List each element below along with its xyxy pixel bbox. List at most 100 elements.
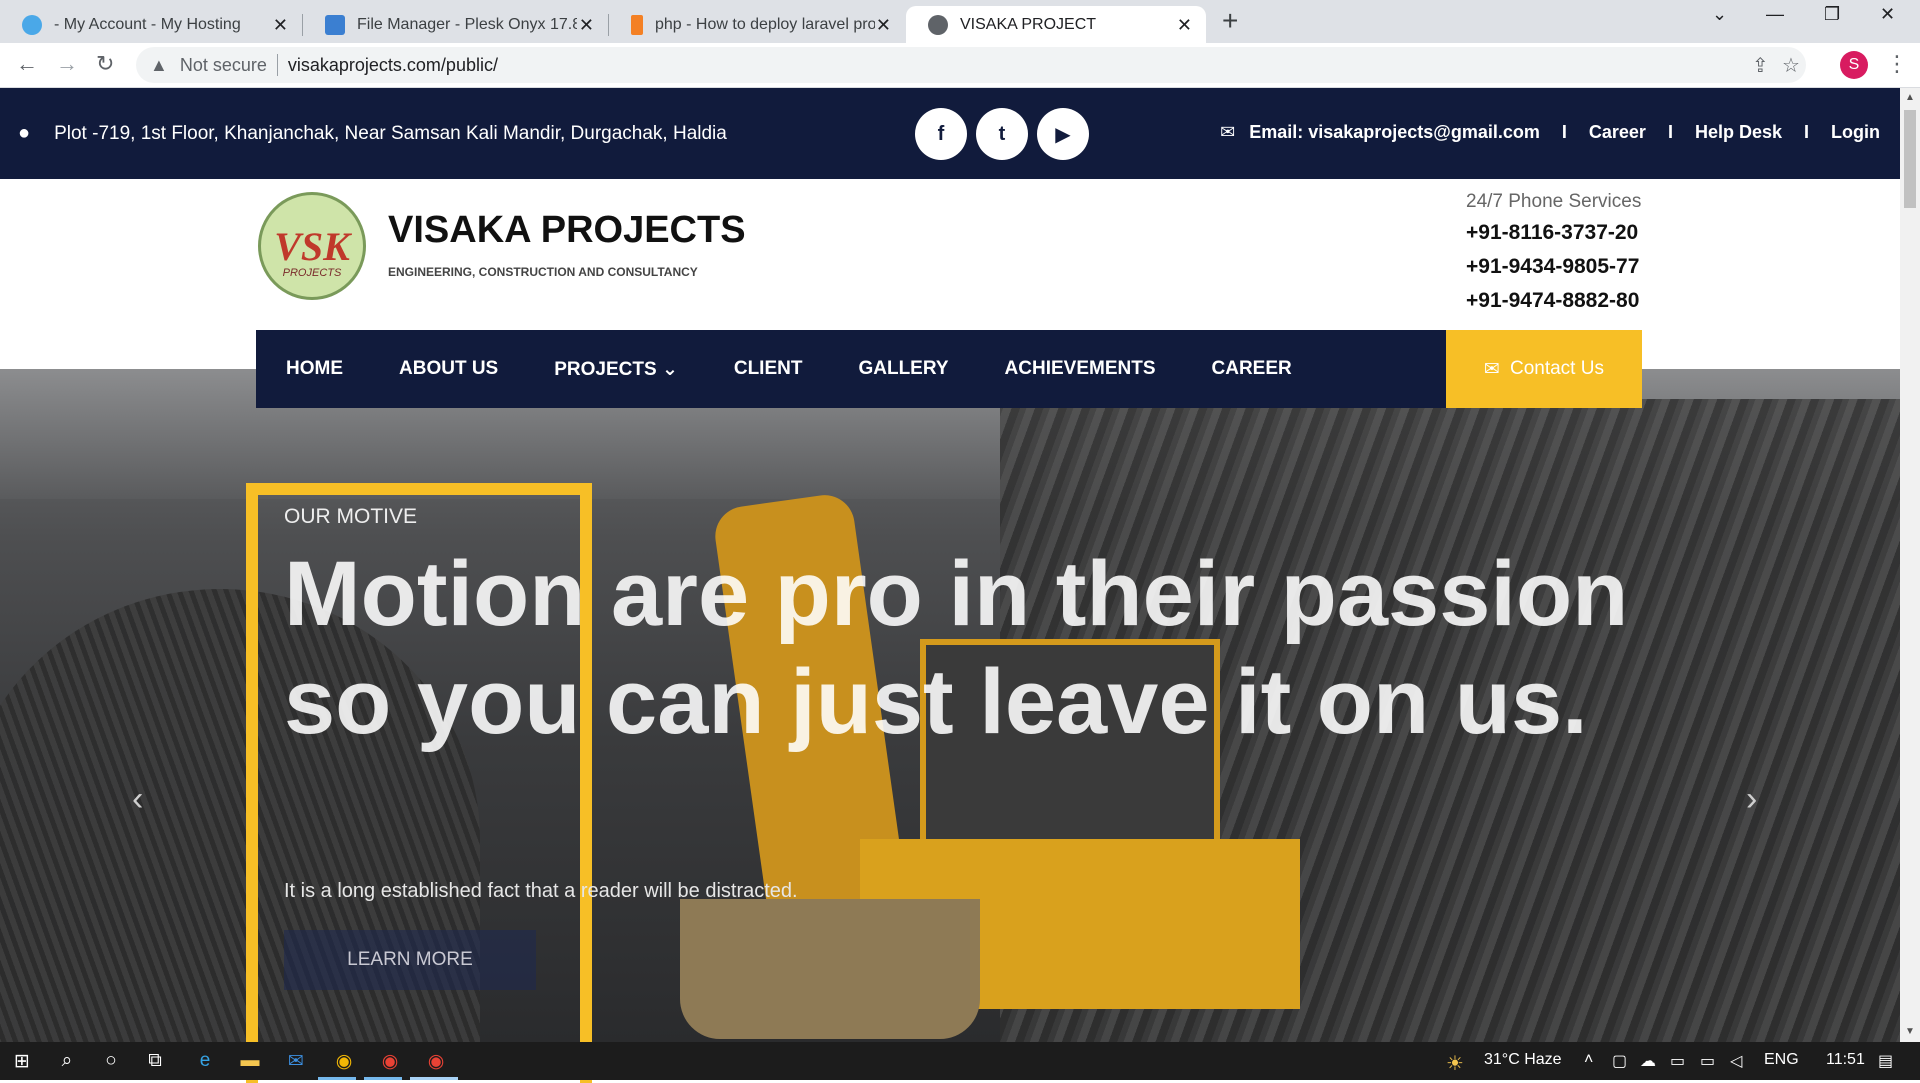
globe-icon	[928, 14, 948, 35]
tab-title: VISAKA PROJECT	[960, 15, 1097, 33]
career-link[interactable]: Career	[1589, 122, 1646, 143]
browser-tab-3[interactable]: php - How to deploy laravel proj ✕	[609, 6, 905, 43]
reload-icon[interactable]: ↻	[96, 51, 114, 77]
browser-tab-2[interactable]: File Manager - Plesk Onyx 17.8.1 ✕	[303, 6, 608, 43]
volume-icon[interactable]: ◁	[1730, 1051, 1742, 1071]
phone-number[interactable]: +91-9474-8882-80	[1466, 289, 1641, 313]
nav-projects-label: PROJECTS	[554, 358, 657, 380]
divider	[276, 54, 278, 76]
login-link[interactable]: Login	[1831, 122, 1880, 143]
new-tab-button[interactable]: +	[1222, 5, 1238, 37]
email-link[interactable]: Email: visakaprojects@gmail.com	[1249, 122, 1540, 143]
restore-icon[interactable]: ❐	[1824, 4, 1840, 25]
twitter-icon[interactable]: t	[976, 108, 1028, 160]
scroll-up-icon[interactable]: ▲	[1905, 92, 1915, 103]
location-pin-icon: ●	[18, 122, 31, 144]
chevron-up-icon[interactable]: ˄	[1584, 1051, 1593, 1069]
close-icon[interactable]: ✕	[876, 15, 891, 36]
windows-taskbar: ⊞ ⌕ ○ ⧉ e ▬ ✉ ◉ ◉ ◉ ☀ 31°C Haze ˄ ▢ ☁ ▭ …	[0, 1042, 1920, 1080]
search-icon[interactable]: ⌕	[55, 1049, 79, 1073]
nav-career[interactable]: CAREER	[1212, 358, 1292, 380]
browser-tabbar: - My Account - My Hosting ✕ File Manager…	[0, 0, 1920, 43]
nav-gallery[interactable]: GALLERY	[858, 358, 948, 380]
site-topbar: ● Plot -719, 1st Floor, Khanjanchak, Nea…	[0, 88, 1900, 179]
url-text[interactable]: visakaprojects.com/public/	[288, 55, 498, 76]
slider-prev-icon[interactable]: ‹	[132, 780, 143, 819]
nav-about-us[interactable]: ABOUT US	[399, 358, 498, 380]
stackoverflow-icon	[631, 14, 643, 35]
task-view-icon[interactable]: ⧉	[143, 1049, 167, 1073]
weather-text[interactable]: 31°C Haze	[1484, 1051, 1562, 1069]
nav-achievements[interactable]: ACHIEVEMENTS	[1005, 358, 1156, 380]
learn-more-button[interactable]: LEARN MORE	[284, 930, 536, 990]
browser-tab-1[interactable]: - My Account - My Hosting ✕	[0, 6, 302, 43]
page-scrollbar[interactable]: ▲ ▼	[1900, 88, 1920, 1042]
phone-number[interactable]: +91-8116-3737-20	[1466, 221, 1641, 245]
chevron-down-icon: ⌄	[661, 358, 678, 380]
nav-client[interactable]: CLIENT	[734, 358, 803, 380]
chrome-icon[interactable]: ◉	[378, 1049, 402, 1073]
forward-icon[interactable]: →	[56, 51, 78, 77]
close-icon[interactable]: ✕	[273, 15, 288, 36]
menu-kebab-icon[interactable]: ⋮	[1886, 51, 1908, 77]
notification-icon[interactable]: ▤	[1878, 1051, 1893, 1071]
separator: I	[1561, 122, 1567, 142]
envelope-icon: ✉	[1220, 122, 1236, 142]
network-icon[interactable]: ▭	[1700, 1051, 1715, 1071]
phone-label: 24/7 Phone Services	[1466, 191, 1642, 212]
address-block: ● Plot -719, 1st Floor, Khanjanchak, Nea…	[18, 122, 727, 145]
brand-name[interactable]: VISAKA PROJECTS	[388, 209, 746, 252]
browser-toolbar: ← → ↻ ▲ Not secure visakaprojects.com/pu…	[0, 43, 1920, 88]
tab-search-icon[interactable]: ⌄	[1712, 4, 1727, 25]
minimize-icon[interactable]: —	[1766, 4, 1784, 25]
browser-tab-active[interactable]: VISAKA PROJECT ✕	[906, 6, 1206, 43]
hero-lead: It is a long established fact that a rea…	[284, 880, 798, 902]
main-nav: HOME ABOUT US PROJECTS ⌄ CLIENT GALLERY …	[256, 330, 1642, 408]
close-icon[interactable]: ✕	[579, 15, 594, 36]
onedrive-icon[interactable]: ☁	[1640, 1051, 1656, 1071]
weather-sun-icon: ☀	[1446, 1053, 1464, 1075]
address-bar[interactable]: ▲ Not secure visakaprojects.com/public/ …	[136, 47, 1806, 83]
hero-headline: Motion are pro in their passion so you c…	[284, 543, 1629, 753]
cortana-icon[interactable]: ○	[99, 1049, 123, 1073]
contact-us-button[interactable]: ✉ Contact Us	[1446, 330, 1642, 408]
scroll-down-icon[interactable]: ▼	[1905, 1026, 1915, 1037]
phone-number[interactable]: +91-9434-9805-77	[1466, 255, 1641, 279]
help-desk-link[interactable]: Help Desk	[1695, 122, 1782, 143]
tab-title: File Manager - Plesk Onyx 17.8.1	[357, 15, 577, 33]
windows-start-icon[interactable]: ⊞	[10, 1049, 34, 1073]
mail-icon[interactable]: ✉	[284, 1049, 308, 1073]
tab-title: php - How to deploy laravel proj	[655, 15, 875, 33]
profile-avatar[interactable]: S	[1840, 51, 1868, 79]
clock[interactable]: 11:51	[1826, 1051, 1865, 1069]
nav-home[interactable]: HOME	[286, 358, 343, 380]
youtube-icon[interactable]: ▶	[1037, 108, 1089, 160]
nav-projects[interactable]: PROJECTS ⌄	[554, 358, 678, 381]
scroll-thumb[interactable]	[1904, 110, 1916, 208]
language-indicator[interactable]: ENG	[1764, 1051, 1799, 1069]
chrome-active-icon[interactable]: ◉	[424, 1049, 448, 1073]
window-close-icon[interactable]: ✕	[1880, 4, 1895, 25]
separator: I	[1804, 122, 1810, 142]
not-secure-label[interactable]: Not secure	[180, 55, 267, 76]
facebook-icon[interactable]: f	[915, 108, 967, 160]
meet-now-icon[interactable]: ▢	[1612, 1051, 1627, 1071]
globe-icon	[22, 14, 42, 35]
chat-icon: ✉	[1484, 358, 1500, 380]
excavator-bucket	[680, 899, 980, 1039]
brand-tagline: ENGINEERING, CONSTRUCTION AND CONSULTANC…	[388, 265, 698, 279]
hero-eyebrow: OUR MOTIVE	[284, 505, 418, 528]
address-text: Plot -719, 1st Floor, Khanjanchak, Near …	[54, 122, 727, 144]
bookmark-star-icon[interactable]: ☆	[1782, 53, 1800, 78]
chrome-icon[interactable]: ◉	[332, 1049, 356, 1073]
close-icon[interactable]: ✕	[1177, 15, 1192, 36]
edge-icon[interactable]: e	[193, 1049, 217, 1073]
warning-icon: ▲	[150, 54, 168, 75]
contact-us-label: Contact Us	[1509, 358, 1604, 379]
slider-next-icon[interactable]: ›	[1746, 780, 1757, 819]
share-icon[interactable]: ⇪	[1752, 53, 1769, 78]
site-logo[interactable]: VSK PROJECTS	[258, 192, 366, 300]
back-icon[interactable]: ←	[16, 51, 38, 77]
battery-icon[interactable]: ▭	[1670, 1051, 1685, 1071]
file-explorer-icon[interactable]: ▬	[238, 1049, 262, 1073]
